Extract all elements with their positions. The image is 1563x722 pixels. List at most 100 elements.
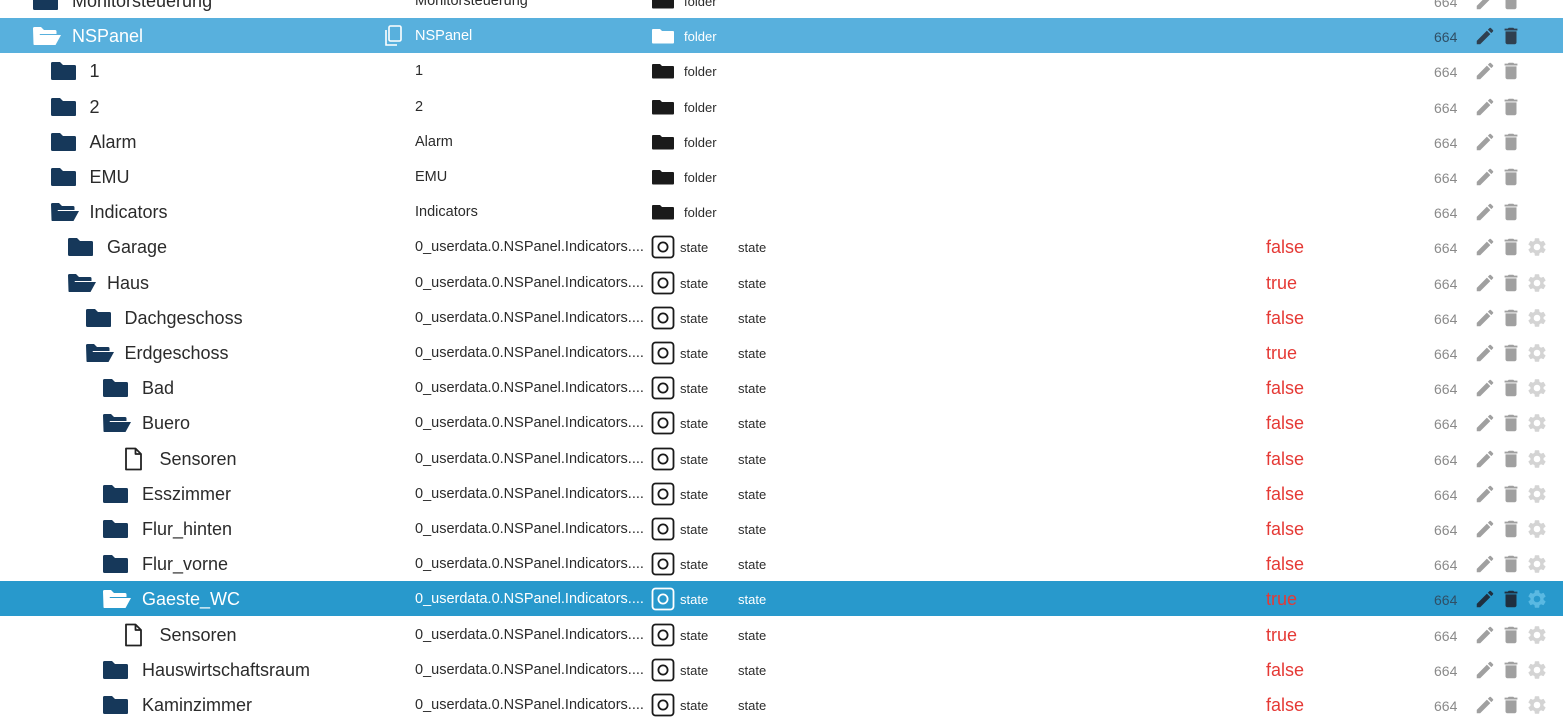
pencil-icon[interactable] [1474, 553, 1496, 575]
gear-icon[interactable] [1526, 518, 1548, 540]
state-value[interactable]: true [1266, 589, 1297, 610]
state-value[interactable]: false [1266, 660, 1304, 681]
gear-icon[interactable] [1526, 412, 1548, 434]
file-icon[interactable] [122, 447, 150, 471]
state-value[interactable]: false [1266, 695, 1304, 716]
folder-icon[interactable] [50, 61, 78, 81]
trash-icon[interactable] [1500, 236, 1522, 258]
copy-icon[interactable] [383, 25, 403, 47]
gear-icon[interactable] [1526, 694, 1548, 716]
pencil-icon[interactable] [1474, 307, 1496, 329]
pencil-icon[interactable] [1474, 518, 1496, 540]
gear-icon[interactable] [1526, 272, 1548, 294]
trash-icon[interactable] [1500, 553, 1522, 575]
pencil-icon[interactable] [1474, 166, 1496, 188]
tree-row-1[interactable]: 1 1 folder 664 [0, 53, 1563, 88]
tree-row-2[interactable]: 2 2 folder 664 [0, 89, 1563, 124]
pencil-icon[interactable] [1474, 0, 1496, 12]
trash-icon[interactable] [1500, 342, 1522, 364]
folder-icon[interactable] [32, 0, 60, 11]
trash-icon[interactable] [1500, 377, 1522, 399]
state-value[interactable]: true [1266, 273, 1297, 294]
folder-icon[interactable] [102, 519, 130, 539]
folder-icon[interactable] [50, 167, 78, 187]
pencil-icon[interactable] [1474, 588, 1496, 610]
gear-icon[interactable] [1526, 659, 1548, 681]
trash-icon[interactable] [1500, 0, 1522, 12]
tree-row-flur-hinten[interactable]: Flur_hinten 0_userdata.0.NSPanel.Indicato… [0, 511, 1563, 546]
gear-icon[interactable] [1526, 377, 1548, 399]
pencil-icon[interactable] [1474, 96, 1496, 118]
tree-row-garage[interactable]: Garage 0_userdata.0.NSPanel.Indicators...… [0, 229, 1563, 264]
pencil-icon[interactable] [1474, 483, 1496, 505]
pencil-icon[interactable] [1474, 412, 1496, 434]
folder-open-icon[interactable] [85, 343, 114, 363]
folder-open-icon[interactable] [50, 202, 79, 222]
tree-row-buero[interactable]: Buero 0_userdata.0.NSPanel.Indicators....… [0, 405, 1563, 440]
gear-icon[interactable] [1526, 588, 1548, 610]
state-value[interactable]: false [1266, 554, 1304, 575]
state-value[interactable]: false [1266, 519, 1304, 540]
tree-row-esszimmer[interactable]: Esszimmer 0_userdata.0.NSPanel.Indicators… [0, 476, 1563, 511]
trash-icon[interactable] [1500, 588, 1522, 610]
trash-icon[interactable] [1500, 96, 1522, 118]
gear-icon[interactable] [1526, 553, 1548, 575]
file-icon[interactable] [122, 623, 150, 647]
state-value[interactable]: true [1266, 625, 1297, 646]
tree-row-indicators[interactable]: Indicators Indicators folder 664 [0, 194, 1563, 229]
pencil-icon[interactable] [1474, 201, 1496, 223]
gear-icon[interactable] [1526, 624, 1548, 646]
folder-icon[interactable] [50, 97, 78, 117]
trash-icon[interactable] [1500, 60, 1522, 82]
folder-icon[interactable] [85, 308, 113, 328]
trash-icon[interactable] [1500, 448, 1522, 470]
tree-row-kaminzimmer[interactable]: Kaminzimmer 0_userdata.0.NSPanel.Indicato… [0, 687, 1563, 722]
trash-icon[interactable] [1500, 307, 1522, 329]
pencil-icon[interactable] [1474, 60, 1496, 82]
folder-icon[interactable] [102, 378, 130, 398]
tree-row-dachgeschoss[interactable]: Dachgeschoss 0_userdata.0.NSPanel.Indicat… [0, 300, 1563, 335]
pencil-icon[interactable] [1474, 694, 1496, 716]
state-value[interactable]: false [1266, 449, 1304, 470]
pencil-icon[interactable] [1474, 131, 1496, 153]
pencil-icon[interactable] [1474, 25, 1496, 47]
tree-row-alarm[interactable]: Alarm Alarm folder 664 [0, 124, 1563, 159]
trash-icon[interactable] [1500, 412, 1522, 434]
folder-icon[interactable] [102, 660, 130, 680]
tree-row-flur-vorne[interactable]: Flur_vorne 0_userdata.0.NSPanel.Indicator… [0, 546, 1563, 581]
tree-row-erdgeschoss[interactable]: Erdgeschoss 0_userdata.0.NSPanel.Indicato… [0, 335, 1563, 370]
pencil-icon[interactable] [1474, 448, 1496, 470]
tree-row-sensoren[interactable]: Sensoren 0_userdata.0.NSPanel.Indicators.… [0, 441, 1563, 476]
folder-icon[interactable] [102, 554, 130, 574]
state-value[interactable]: false [1266, 237, 1304, 258]
state-value[interactable]: false [1266, 308, 1304, 329]
trash-icon[interactable] [1500, 201, 1522, 223]
trash-icon[interactable] [1500, 25, 1522, 47]
gear-icon[interactable] [1526, 342, 1548, 364]
folder-icon[interactable] [102, 695, 130, 715]
pencil-icon[interactable] [1474, 377, 1496, 399]
folder-icon[interactable] [50, 132, 78, 152]
trash-icon[interactable] [1500, 694, 1522, 716]
state-value[interactable]: true [1266, 343, 1297, 364]
tree-row-hauswirtschaftsraum[interactable]: Hauswirtschaftsraum 0_userdata.0.NSPanel.… [0, 652, 1563, 687]
gear-icon[interactable] [1526, 307, 1548, 329]
pencil-icon[interactable] [1474, 342, 1496, 364]
tree-row-gaeste-wc[interactable]: Gaeste_WC 0_userdata.0.NSPanel.Indicators… [0, 581, 1563, 616]
pencil-icon[interactable] [1474, 272, 1496, 294]
trash-icon[interactable] [1500, 659, 1522, 681]
folder-open-icon[interactable] [67, 273, 96, 293]
tree-row-emu[interactable]: EMU EMU folder 664 [0, 159, 1563, 194]
trash-icon[interactable] [1500, 166, 1522, 188]
folder-open-icon[interactable] [102, 413, 131, 433]
tree-row-sensoren[interactable]: Sensoren 0_userdata.0.NSPanel.Indicators.… [0, 617, 1563, 652]
gear-icon[interactable] [1526, 448, 1548, 470]
tree-row-bad[interactable]: Bad 0_userdata.0.NSPanel.Indicators.... st… [0, 370, 1563, 405]
tree-row-monitorsteuerung[interactable]: Monitorsteuerung Monitorsteuerung folder 66… [0, 0, 1563, 18]
pencil-icon[interactable] [1474, 624, 1496, 646]
folder-open-icon[interactable] [32, 26, 61, 46]
trash-icon[interactable] [1500, 483, 1522, 505]
gear-icon[interactable] [1526, 236, 1548, 258]
state-value[interactable]: false [1266, 484, 1304, 505]
gear-icon[interactable] [1526, 483, 1548, 505]
